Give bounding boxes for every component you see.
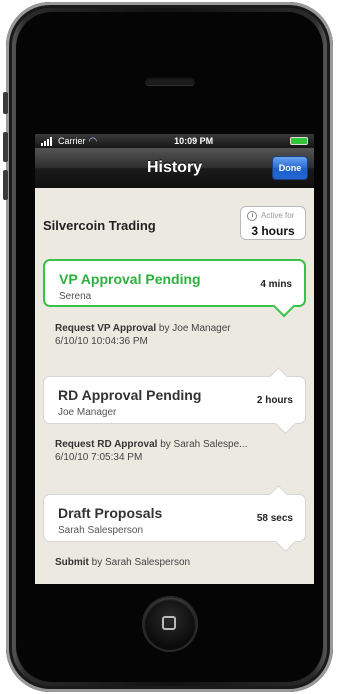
stage-card[interactable]: Draft Proposals Sarah Salesperson 58 sec… xyxy=(43,485,306,553)
clock-label: 10:09 PM xyxy=(174,136,214,146)
event-actor: by Joe Manager xyxy=(158,323,231,334)
stage-card-current[interactable]: VP Approval Pending Serena 4 mins xyxy=(43,259,306,318)
mute-switch xyxy=(3,92,8,114)
event-action: Request RD Approval xyxy=(55,439,158,450)
company-name: Silvercoin Trading xyxy=(43,218,156,233)
stage-person: Joe Manager xyxy=(58,407,117,418)
stage-person: Serena xyxy=(59,291,92,302)
home-button[interactable] xyxy=(144,598,196,650)
event-timestamp: 6/10/10 7:05:34 PM xyxy=(55,452,143,463)
event-timestamp: 6/10/10 10:04:36 PM xyxy=(55,336,148,347)
wifi-icon: ◠ xyxy=(88,135,98,147)
battery-icon xyxy=(290,137,308,145)
stage-card[interactable]: RD Approval Pending Joe Manager 2 hours xyxy=(43,367,306,435)
card-pointer xyxy=(274,412,297,435)
history-event: Submit by Sarah Salesperson xyxy=(55,556,306,569)
clock-icon xyxy=(247,211,257,221)
event-actor: by Sarah Salespe... xyxy=(160,439,248,450)
history-event: Request RD Approval by Sarah Salespe... … xyxy=(55,438,306,464)
event-actor: by Sarah Salesperson xyxy=(91,557,191,568)
navigation-bar: History Done xyxy=(35,148,314,188)
active-duration-badge: Active for 3 hours xyxy=(240,206,306,240)
stage-title: Draft Proposals xyxy=(58,505,163,521)
screen: Carrier ◠ 10:09 PM History Done Silverco… xyxy=(35,134,314,584)
card-pointer-top xyxy=(269,485,288,504)
done-button[interactable]: Done xyxy=(272,156,308,180)
volume-down-button xyxy=(3,170,8,200)
history-list[interactable]: Silvercoin Trading Active for 3 hours VP… xyxy=(35,188,314,584)
stage-duration: 2 hours xyxy=(256,395,293,406)
carrier-label: Carrier xyxy=(58,136,86,146)
stage-duration: 58 secs xyxy=(256,513,293,524)
event-action: Request VP Approval xyxy=(55,323,157,334)
card-pointer-top xyxy=(269,367,288,386)
stage-title: RD Approval Pending xyxy=(58,387,202,403)
earpiece-speaker xyxy=(145,77,195,85)
status-bar: Carrier ◠ 10:09 PM xyxy=(35,134,314,148)
signal-bars-icon xyxy=(41,136,55,146)
active-label: Active for xyxy=(261,211,295,220)
stage-duration: 4 mins xyxy=(260,279,292,290)
card-pointer xyxy=(272,294,296,318)
event-action: Submit xyxy=(55,557,89,568)
active-value: 3 hours xyxy=(251,224,295,238)
home-square-icon xyxy=(162,616,176,630)
company-header: Silvercoin Trading Active for 3 hours xyxy=(43,206,306,246)
stage-person: Sarah Salesperson xyxy=(58,525,144,536)
stage-title: VP Approval Pending xyxy=(59,271,201,287)
history-event: Request VP Approval by Joe Manager 6/10/… xyxy=(55,322,306,348)
card-pointer xyxy=(274,530,297,553)
volume-up-button xyxy=(3,132,8,162)
